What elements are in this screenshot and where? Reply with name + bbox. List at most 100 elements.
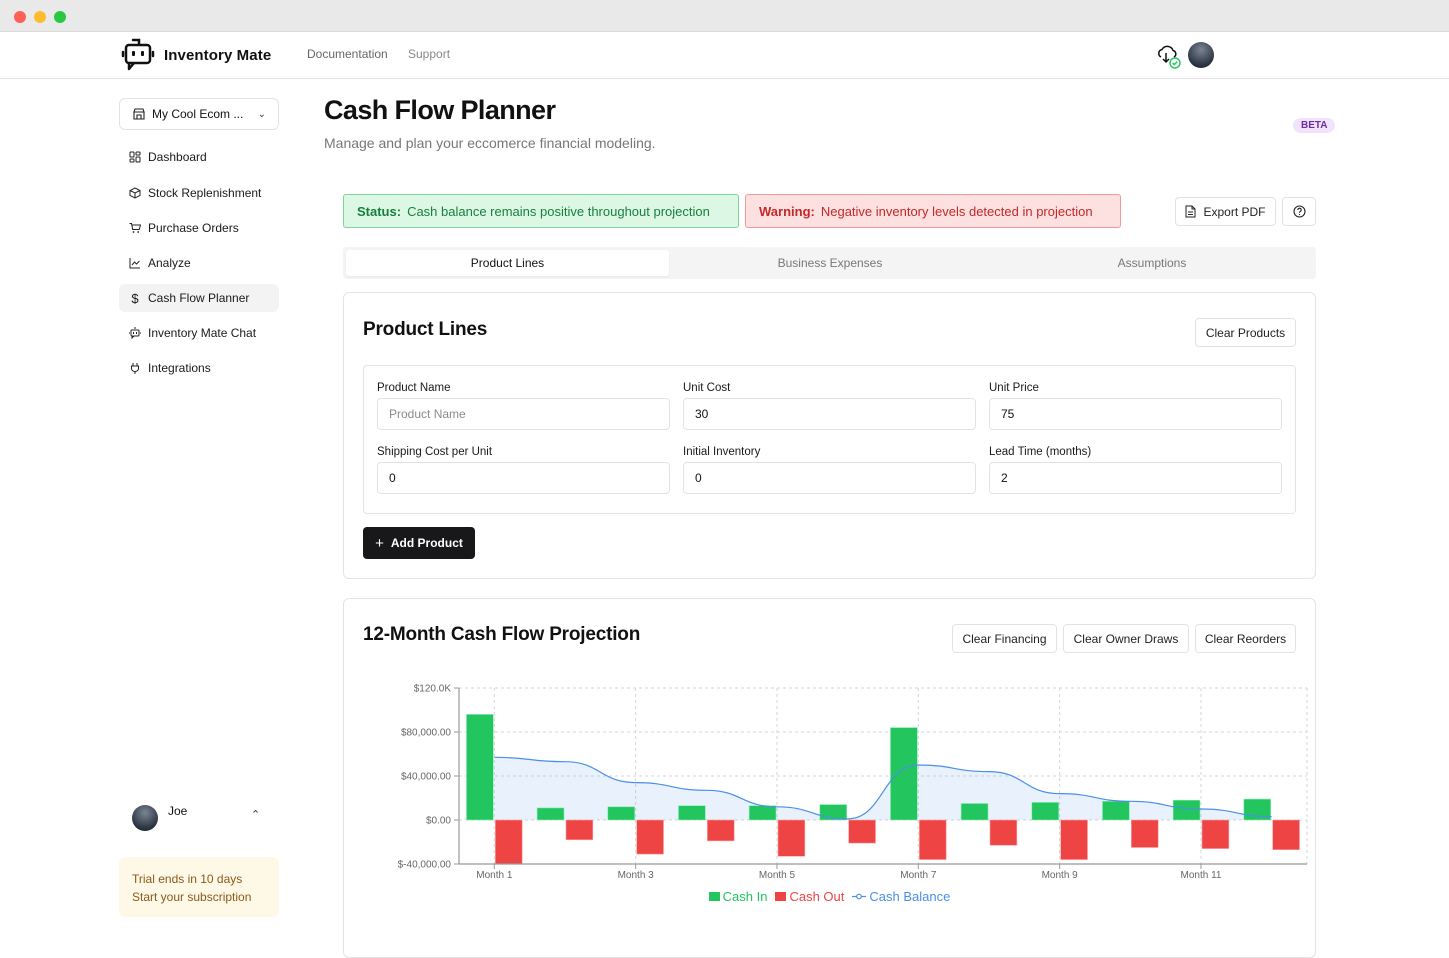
beta-badge: BETA bbox=[1293, 118, 1335, 133]
cash-flow-projection-card: 12-Month Cash Flow Projection Clear Fina… bbox=[343, 598, 1316, 958]
window-maximize-button[interactable] bbox=[54, 11, 66, 23]
nav-link-support[interactable]: Support bbox=[408, 47, 450, 61]
sidebar-item-cash-flow-planner[interactable]: $ Cash Flow Planner bbox=[119, 284, 279, 312]
y-tick-label: $40,000.00 bbox=[401, 772, 451, 783]
sidebar-item-inventory-mate-chat[interactable]: Inventory Mate Chat bbox=[119, 319, 279, 347]
legend-swatch-cash-out bbox=[775, 892, 786, 901]
legend-swatch-cash-in bbox=[709, 892, 720, 901]
plus-icon: + bbox=[375, 535, 384, 552]
legend-label-cash-out: Cash Out bbox=[789, 889, 844, 904]
cash-in-bar bbox=[1173, 800, 1200, 820]
window-close-button[interactable] bbox=[14, 11, 26, 23]
product-lines-title: Product Lines bbox=[363, 319, 487, 341]
sidebar-item-label: Integrations bbox=[148, 361, 211, 375]
lead-time-input[interactable]: 2 bbox=[989, 462, 1282, 494]
window-titlebar bbox=[0, 0, 1449, 32]
y-tick-label: $120.0K bbox=[414, 684, 452, 695]
cash-in-bar bbox=[678, 806, 705, 820]
clear-products-button[interactable]: Clear Products bbox=[1195, 318, 1296, 347]
cash-in-bar bbox=[749, 806, 776, 820]
store-icon bbox=[132, 107, 146, 121]
cart-icon bbox=[129, 222, 141, 234]
brand-name: Inventory Mate bbox=[164, 47, 271, 64]
user-avatar-button[interactable] bbox=[1188, 42, 1214, 68]
package-icon bbox=[129, 187, 141, 199]
bot-logo-icon bbox=[120, 37, 156, 73]
add-product-label: Add Product bbox=[391, 536, 463, 550]
cash-in-bar bbox=[890, 728, 917, 820]
window-minimize-button[interactable] bbox=[34, 11, 46, 23]
sidebar-item-analyze[interactable]: Analyze bbox=[119, 249, 279, 277]
warning-alert: Warning: Negative inventory levels detec… bbox=[745, 194, 1121, 228]
legend-cash-out[interactable]: Cash Out bbox=[775, 889, 844, 904]
legend-cash-in[interactable]: Cash In bbox=[709, 889, 768, 904]
tab-business-expenses[interactable]: Business Expenses bbox=[669, 250, 991, 276]
line-chart-icon bbox=[129, 257, 141, 269]
page-subtitle: Manage and plan your eccomerce financial… bbox=[324, 135, 656, 151]
sidebar-item-label: Stock Replenishment bbox=[148, 186, 261, 200]
cash-out-bar bbox=[919, 820, 946, 860]
chart-legend: Cash In Cash Out Cash Balance bbox=[344, 889, 1315, 904]
legend-line-marker-icon bbox=[852, 892, 866, 901]
x-tick-label: Month 9 bbox=[1042, 870, 1079, 881]
sidebar-item-integrations[interactable]: Integrations bbox=[119, 354, 279, 382]
legend-cash-balance[interactable]: Cash Balance bbox=[852, 889, 950, 904]
unit-cost-input[interactable]: 30 bbox=[683, 398, 976, 430]
add-product-button[interactable]: + Add Product bbox=[363, 527, 475, 559]
bot-chat-icon bbox=[129, 327, 141, 339]
sidebar-item-label: Dashboard bbox=[148, 150, 207, 164]
product-form: Product Name Product Name Unit Cost 30 U… bbox=[363, 365, 1296, 514]
dollar-icon: $ bbox=[129, 291, 141, 306]
trial-banner[interactable]: Trial ends in 10 days Start your subscri… bbox=[119, 857, 279, 917]
cloud-sync-check-icon[interactable] bbox=[1155, 44, 1183, 75]
nav-link-documentation[interactable]: Documentation bbox=[307, 47, 388, 61]
cash-out-bar bbox=[990, 820, 1017, 845]
sidebar-item-purchase-orders[interactable]: Purchase Orders bbox=[119, 214, 279, 242]
cash-out-bar bbox=[707, 820, 734, 841]
dashboard-grid-icon bbox=[129, 151, 141, 163]
sidebar-item-label: Analyze bbox=[148, 256, 191, 270]
brand-logo[interactable]: Inventory Mate bbox=[120, 37, 271, 73]
page-title: Cash Flow Planner bbox=[324, 95, 555, 126]
sidebar-item-label: Purchase Orders bbox=[148, 221, 239, 235]
shipping-cost-label: Shipping Cost per Unit bbox=[377, 446, 492, 458]
export-pdf-button[interactable]: Export PDF bbox=[1175, 197, 1276, 226]
cash-out-bar bbox=[849, 820, 876, 843]
warning-text: Negative inventory levels detected in pr… bbox=[821, 204, 1093, 219]
x-tick-label: Month 3 bbox=[618, 870, 655, 881]
legend-label-cash-in: Cash In bbox=[723, 889, 768, 904]
cash-out-bar bbox=[1202, 820, 1229, 849]
product-lines-card: Product Lines Clear Products Product Nam… bbox=[343, 292, 1316, 579]
product-name-input[interactable]: Product Name bbox=[377, 398, 670, 430]
export-pdf-label: Export PDF bbox=[1203, 205, 1265, 219]
top-navigation: Inventory Mate Documentation Support bbox=[0, 32, 1449, 79]
store-selector[interactable]: My Cool Ecom ... ⌄ bbox=[119, 98, 279, 130]
warning-label: Warning: bbox=[759, 204, 815, 219]
sidebar: My Cool Ecom ... ⌄ Dashboard Stock Reple… bbox=[119, 98, 279, 130]
sidebar-item-stock-replenishment[interactable]: Stock Replenishment bbox=[119, 179, 279, 207]
user-name: Joe bbox=[168, 804, 187, 818]
help-button[interactable] bbox=[1282, 197, 1316, 226]
legend-label-cash-balance: Cash Balance bbox=[869, 889, 950, 904]
cash-in-bar bbox=[608, 807, 635, 820]
avatar bbox=[132, 805, 158, 831]
cash-in-bar bbox=[537, 808, 564, 820]
status-text: Cash balance remains positive throughout… bbox=[407, 204, 710, 219]
unit-cost-label: Unit Cost bbox=[683, 382, 730, 394]
x-tick-label: Month 7 bbox=[900, 870, 937, 881]
cash-out-bar bbox=[566, 820, 593, 840]
initial-inventory-input[interactable]: 0 bbox=[683, 462, 976, 494]
chevron-down-icon: ⌄ bbox=[258, 109, 266, 120]
y-tick-label: $-40,000.00 bbox=[398, 860, 452, 871]
x-tick-label: Month 1 bbox=[476, 870, 513, 881]
tab-assumptions[interactable]: Assumptions bbox=[991, 250, 1313, 276]
unit-price-input[interactable]: 75 bbox=[989, 398, 1282, 430]
tab-product-lines[interactable]: Product Lines bbox=[346, 250, 669, 276]
sidebar-item-dashboard[interactable]: Dashboard bbox=[119, 143, 279, 171]
cash-out-bar bbox=[778, 820, 805, 856]
shipping-cost-input[interactable]: 0 bbox=[377, 462, 670, 494]
status-label: Status: bbox=[357, 204, 401, 219]
start-subscription-link[interactable]: Start your subscription bbox=[132, 888, 266, 906]
cash-in-bar bbox=[961, 804, 988, 821]
user-menu[interactable]: Joe ⌃ bbox=[119, 800, 279, 836]
